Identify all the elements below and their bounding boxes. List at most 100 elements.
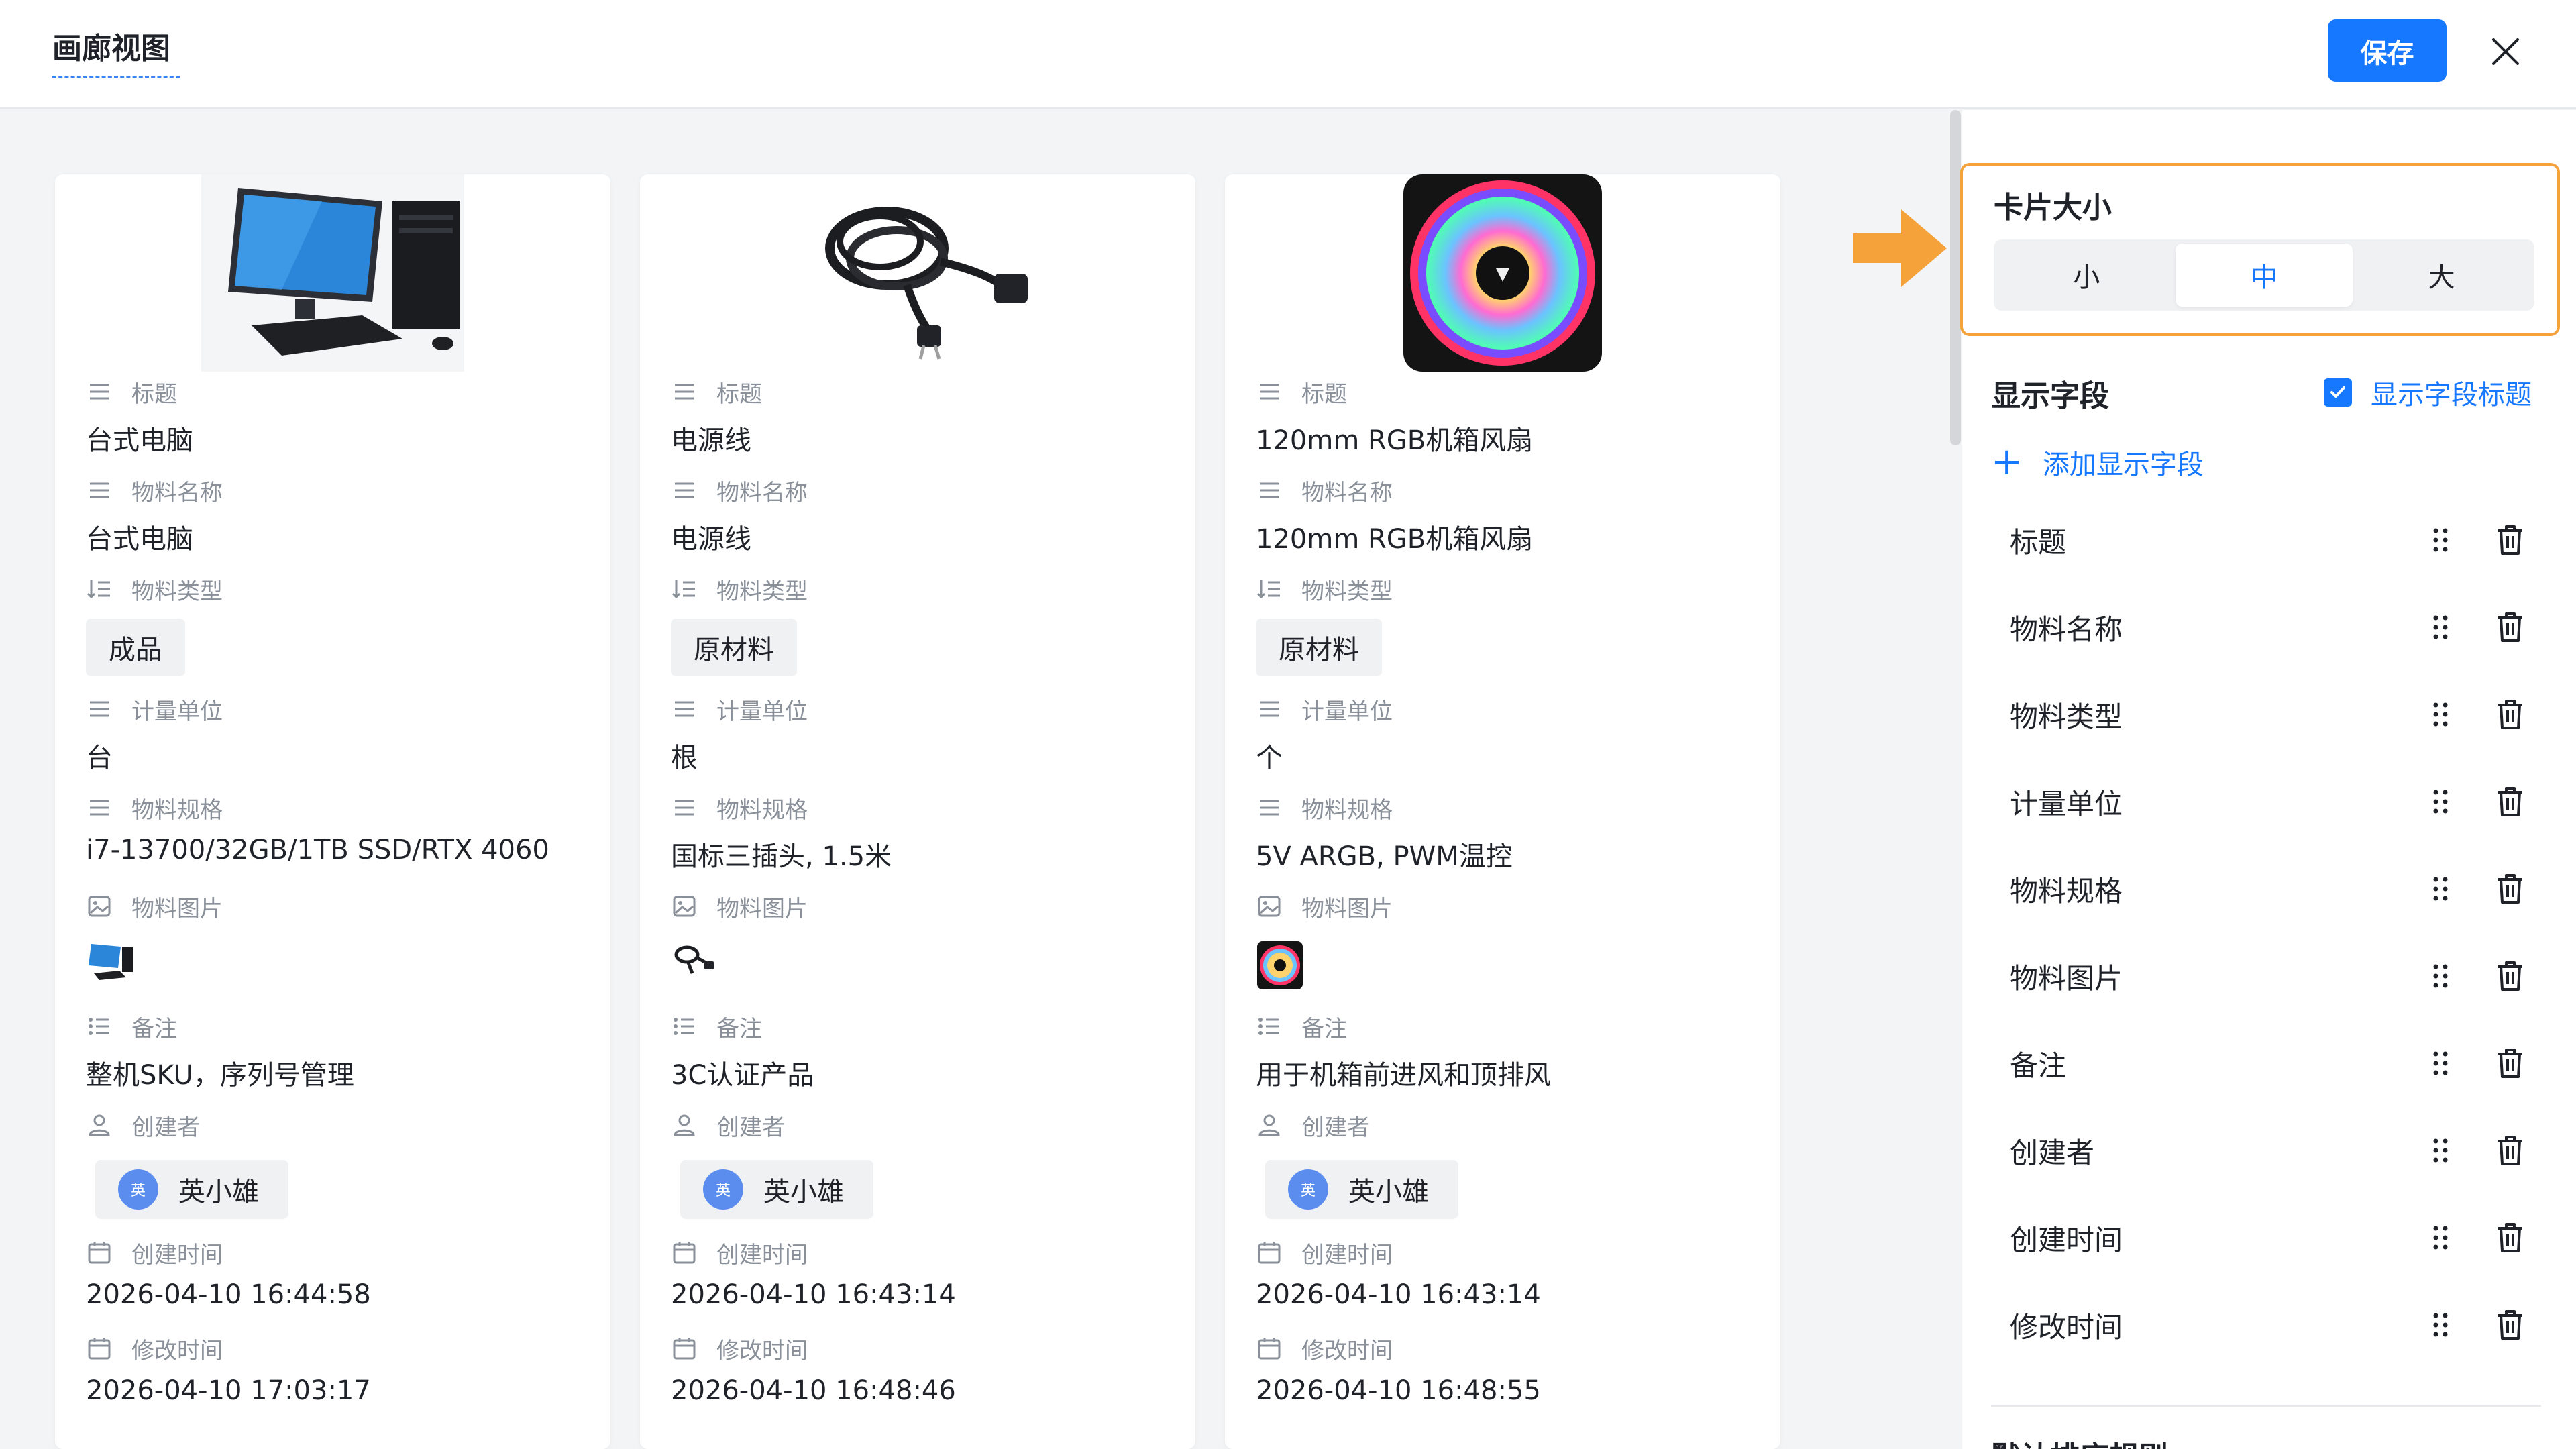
card-size-section: 卡片大小 小 中 大 [1960,163,2560,336]
field-label: 物料名称 [131,479,223,506]
text-field-icon [671,794,698,821]
display-fields-label: 显示字段 [1991,379,2109,413]
show-field-titles-checkbox[interactable]: 显示字段标题 [2324,373,2532,412]
desktop-computer-image [201,174,464,372]
field-title: 标题 台式电脑 [86,372,584,458]
field-value: 个 [1256,743,1283,773]
text-field-icon [671,378,698,405]
trash-icon[interactable] [2490,1043,2530,1083]
trash-icon[interactable] [2490,782,2530,822]
size-option-small[interactable]: 小 [1998,244,2176,307]
drag-handle-icon[interactable] [2420,1305,2461,1345]
field-label: 物料类型 [1301,578,1393,605]
save-button[interactable]: 保存 [2328,19,2447,82]
drag-handle-icon[interactable] [2420,1218,2461,1258]
text-field-icon [86,696,113,722]
list-field-icon [1256,1013,1283,1040]
trash-icon[interactable] [2490,694,2530,735]
image-thumbnail[interactable] [671,940,1169,985]
drag-handle-icon[interactable] [2420,1130,2461,1171]
trash-icon[interactable] [2490,956,2530,996]
select-field-icon [1256,576,1283,602]
drag-handle-icon[interactable] [2420,782,2461,822]
field-title: 标题 120mm RGB机箱风扇 [1256,372,1754,458]
field-label: 物料类型 [716,578,808,605]
drag-handle-icon[interactable] [2420,956,2461,996]
display-field-row[interactable]: 创建时间 [1991,1204,2542,1271]
display-field-row[interactable]: 计量单位 [1991,768,2542,835]
field-label: 物料规格 [716,796,808,824]
creator-name: 英小雄 [178,1177,259,1208]
field-value: 电源线 [671,524,751,555]
add-display-field-button[interactable]: + 添加显示字段 [1991,443,2204,482]
field-label: 创建者 [131,1114,200,1141]
display-field-row[interactable]: 物料类型 [1991,681,2542,748]
field-label: 备注 [1301,1015,1347,1042]
trash-icon[interactable] [2490,1305,2530,1345]
image-field-icon [1256,893,1283,920]
gallery-card[interactable]: 标题 电源线 物料名称 电源线 物料类型 原材料 计量单位 根 物料规格 国标三… [640,174,1195,1449]
drag-handle-icon[interactable] [2420,1043,2461,1083]
image-thumbnail[interactable] [1256,940,1754,994]
drag-handle-icon[interactable] [2420,607,2461,647]
drag-handle-icon[interactable] [2420,520,2461,560]
trash-icon[interactable] [2490,520,2530,560]
creator-name: 英小雄 [1348,1177,1429,1208]
trash-icon[interactable] [2490,607,2530,647]
close-button[interactable] [2483,30,2528,74]
default-sort-label: 默认排序规则 [1991,1433,2168,1449]
field-label: 标题 [131,380,177,408]
panel-scrollbar[interactable] [1950,110,1961,445]
drag-handle-icon[interactable] [2420,869,2461,909]
field-value: 2026-04-10 17:03:17 [86,1375,371,1406]
image-thumbnail[interactable] [86,940,584,985]
field-label: 创建时间 [716,1241,808,1269]
field-material-name: 物料名称 120mm RGB机箱风扇 [1256,470,1754,556]
text-field-icon [1256,696,1283,722]
size-option-medium[interactable]: 中 [2175,244,2353,307]
trash-icon[interactable] [2490,1130,2530,1171]
display-field-name: 计量单位 [2010,787,2123,820]
display-field-row[interactable]: 修改时间 [1991,1291,2542,1358]
gallery-card[interactable]: 标题 120mm RGB机箱风扇 物料名称 120mm RGB机箱风扇 物料类型… [1225,174,1780,1449]
field-label: 物料名称 [1301,479,1393,506]
field-label: 计量单位 [131,698,223,725]
field-spec: 物料规格 5V ARGB, PWM温控 [1256,788,1754,873]
image-field-icon [671,893,698,920]
display-field-row[interactable]: 标题 [1991,506,2542,574]
drag-handle-icon[interactable] [2420,694,2461,735]
field-label: 创建时间 [1301,1241,1393,1269]
calendar-icon [671,1335,698,1362]
field-created-time: 创建时间 2026-04-10 16:43:14 [671,1232,1169,1311]
page-header: 画廊视图 保存 [0,0,2576,109]
size-option-large[interactable]: 大 [2353,244,2530,307]
image-field-icon [86,893,113,920]
gallery-card[interactable]: 标题 台式电脑 物料名称 台式电脑 物料类型 成品 计量单位 台 物料规格 i7… [55,174,610,1449]
field-value: 用于机箱前进风和顶排风 [1256,1060,1551,1091]
field-image: 物料图片 [1256,886,1754,994]
display-field-row[interactable]: 备注 [1991,1030,2542,1097]
calendar-icon [671,1239,698,1266]
field-unit: 计量单位 台 [86,689,584,775]
display-field-row[interactable]: 物料图片 [1991,943,2542,1010]
type-tag: 原材料 [671,619,797,676]
show-field-titles-label: 显示字段标题 [2371,380,2532,411]
field-value: 2026-04-10 16:48:55 [1256,1375,1541,1406]
field-label: 物料图片 [1301,895,1393,922]
display-field-name: 备注 [2010,1049,2067,1082]
list-field-icon [671,1013,698,1040]
field-value: i7-13700/32GB/1TB SSD/RTX 4060 [86,835,549,865]
field-modified-time: 修改时间 2026-04-10 16:48:55 [1256,1328,1754,1407]
display-field-row[interactable]: 物料规格 [1991,855,2542,922]
field-label: 标题 [716,380,762,408]
field-label: 备注 [131,1015,177,1042]
calendar-icon [1256,1239,1283,1266]
trash-icon[interactable] [2490,869,2530,909]
display-field-row[interactable]: 创建者 [1991,1117,2542,1184]
display-field-name: 物料名称 [2010,612,2123,646]
trash-icon[interactable] [2490,1218,2530,1258]
avatar: 英 [703,1169,743,1210]
field-material-type: 物料类型 成品 [86,569,584,676]
display-field-row[interactable]: 物料名称 [1991,594,2542,661]
section-divider [1991,1405,2541,1407]
